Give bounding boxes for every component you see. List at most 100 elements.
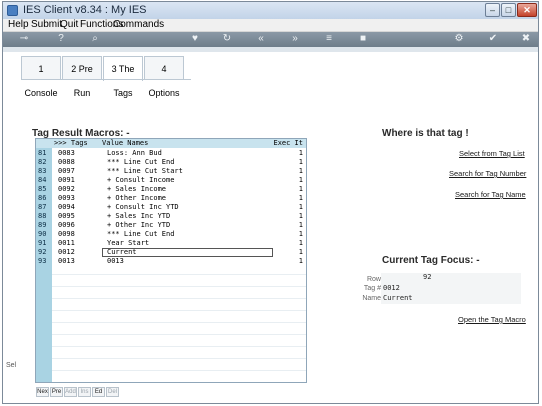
tag-cell: 0011 [58, 239, 75, 247]
toolbar-subbar [3, 47, 538, 52]
search-tag-number-link[interactable]: Search for Tag Number [449, 169, 526, 178]
tag-cell: 0097 [58, 167, 75, 175]
previous-button[interactable]: Pre [50, 387, 63, 397]
fast-forward-icon[interactable]: » [289, 33, 301, 45]
key-icon[interactable]: ⊸ [15, 33, 33, 45]
table-row[interactable]: 92 0012 Current 1 [36, 248, 306, 257]
header-exec-it[interactable]: Exec It [273, 139, 303, 148]
row-number: 89 [38, 221, 47, 229]
delete-button[interactable]: Del [106, 387, 119, 397]
row-number: 91 [38, 239, 47, 247]
focus-title: Current Tag Focus: - [382, 255, 480, 266]
tab-the-tags[interactable]: 3 The Tags [103, 56, 143, 98]
value-name-cell: Year Start [107, 239, 150, 247]
minimize-button[interactable]: – [485, 3, 500, 17]
tag-cell: 0012 [58, 248, 75, 256]
table-row[interactable]: 93 0013 0013 1 [36, 257, 306, 266]
heart-icon[interactable]: ♥ [189, 33, 201, 45]
exec-cell: 1 [298, 257, 303, 265]
exec-cell: 1 [298, 239, 303, 247]
tag-grid[interactable]: >>> Tags Value Names Exec It 81 0083 Loss:… [35, 138, 307, 383]
tag-cell: 0092 [58, 185, 75, 193]
open-tag-macro-link[interactable]: Open the Tag Macro [458, 315, 526, 324]
menu-commands[interactable]: Commands [113, 19, 164, 31]
close-window-button[interactable]: ✕ [517, 3, 537, 17]
title-bar[interactable]: IES Client v8.34 : My IES – □ ✕ [3, 2, 538, 19]
row-number: 86 [38, 194, 47, 202]
empty-grid-row[interactable] [52, 266, 306, 275]
value-name-cell: Current [107, 248, 137, 256]
tab-pre-run[interactable]: 2 Pre Run [62, 56, 102, 98]
table-row[interactable]: 90 0098 *** Line Cut End 1 [36, 230, 306, 239]
help-icon[interactable]: ? [55, 33, 67, 45]
exec-cell: 1 [298, 167, 303, 175]
name-label: Name [362, 295, 381, 302]
empty-grid-row[interactable] [52, 338, 306, 347]
search-icon[interactable]: ⌕ [89, 33, 101, 45]
empty-grid-row[interactable] [52, 290, 306, 299]
empty-grid-row[interactable] [52, 302, 306, 311]
table-row[interactable]: 81 0083 Loss: Ann Bud 1 [36, 149, 306, 158]
tag-cell: 0095 [58, 212, 75, 220]
maximize-button[interactable]: □ [501, 3, 516, 17]
value-name-cell: Loss: Ann Bud [107, 149, 162, 157]
table-row[interactable]: 88 0095 + Sales Inc YTD 1 [36, 212, 306, 221]
table-row[interactable]: 91 0011 Year Start 1 [36, 239, 306, 248]
edit-button[interactable]: Ed [92, 387, 105, 397]
row-number: 84 [38, 176, 47, 184]
tag-number-value: 0012 [383, 284, 400, 292]
menu-quit[interactable]: Quit [60, 19, 78, 31]
tab-console[interactable]: 1 Console [21, 56, 61, 98]
value-name-cell: *** Line Cut Start [107, 167, 183, 175]
value-name-cell: + Other Inc YTD [107, 221, 171, 229]
tag-cell: 0093 [58, 194, 75, 202]
search-tag-name-link[interactable]: Search for Tag Name [455, 190, 526, 199]
row-number: 88 [38, 212, 47, 220]
row-label: Row [366, 276, 381, 283]
value-name-cell: *** Line Cut End [107, 230, 175, 238]
side-panel-stub[interactable]: Sel [6, 362, 18, 392]
tag-focus-panel: Row 92 Tag # 0012 Name Current [362, 273, 521, 304]
exec-cell: 1 [298, 203, 303, 211]
row-number: 87 [38, 203, 47, 211]
exec-cell: 1 [298, 212, 303, 220]
table-row[interactable]: 87 0094 + Consult Inc YTD 1 [36, 203, 306, 212]
exec-cell: 1 [298, 230, 303, 238]
tag-cell: 0091 [58, 176, 75, 184]
table-row[interactable]: 82 0088 *** Line Cut End 1 [36, 158, 306, 167]
value-name-cell: *** Line Cut End [107, 158, 175, 166]
refresh-icon[interactable]: ↻ [221, 33, 233, 45]
empty-grid-row[interactable] [52, 350, 306, 359]
table-row[interactable]: 89 0096 + Other Inc YTD 1 [36, 221, 306, 230]
empty-grid-row[interactable] [52, 362, 306, 371]
menu-help[interactable]: Help [8, 19, 29, 31]
empty-grid-row[interactable] [52, 278, 306, 287]
add-button[interactable]: Add [64, 387, 77, 397]
empty-grid-row[interactable] [52, 314, 306, 323]
list-icon[interactable]: ≡ [323, 33, 335, 45]
table-row[interactable]: 85 0092 + Sales Income 1 [36, 185, 306, 194]
insert-button[interactable]: Ins [78, 387, 91, 397]
empty-grid-row[interactable] [52, 326, 306, 335]
ok-icon[interactable]: ✔ [487, 33, 499, 45]
header-tags[interactable]: >>> Tags [54, 139, 88, 148]
rewind-icon[interactable]: « [255, 33, 267, 45]
exec-cell: 1 [298, 194, 303, 202]
row-number: 83 [38, 167, 47, 175]
table-row[interactable]: 86 0093 + Other Income 1 [36, 194, 306, 203]
table-row[interactable]: 83 0097 *** Line Cut Start 1 [36, 167, 306, 176]
table-row[interactable]: 84 0091 + Consult Income 1 [36, 176, 306, 185]
tag-number-label: Tag # [363, 285, 381, 292]
header-value-names[interactable]: Value Names [102, 139, 148, 148]
select-from-tag-list-link[interactable]: Select from Tag List [459, 149, 525, 158]
tab-options[interactable]: 4 Options [144, 56, 184, 98]
settings-icon[interactable]: ⚙ [453, 33, 465, 45]
close-icon[interactable]: ✖ [520, 33, 532, 45]
menu-submit[interactable]: Submit [31, 19, 62, 31]
empty-grid-row[interactable] [52, 374, 306, 382]
app-icon [7, 5, 18, 16]
window-title: IES Client v8.34 : My IES [23, 4, 147, 16]
next-button[interactable]: Nex [36, 387, 49, 397]
row-number: 93 [38, 257, 47, 265]
stop-icon[interactable]: ■ [357, 33, 369, 45]
